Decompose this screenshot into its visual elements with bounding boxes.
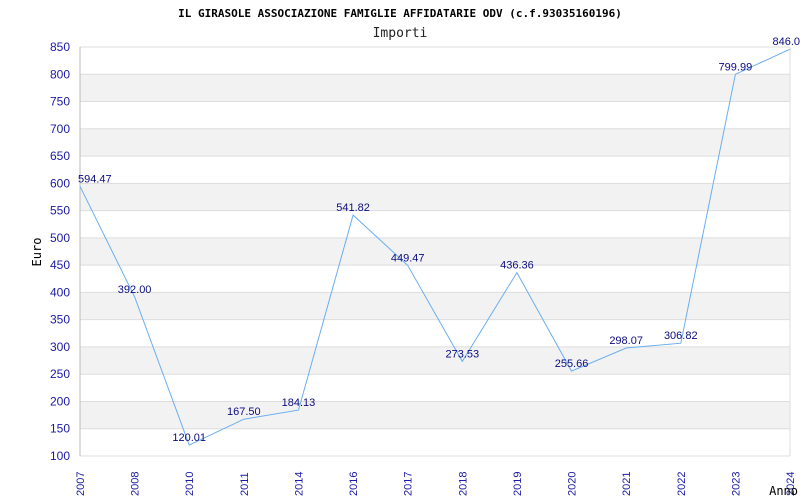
grid-band [80,265,790,293]
y-tick-label: 300 [50,340,70,354]
grid-band [80,183,790,211]
grid-band [80,101,790,129]
x-tick-label: 2007 [75,472,87,496]
y-tick-label: 150 [50,422,70,436]
data-label: 541.82 [336,202,370,214]
data-label: 298.07 [609,335,643,347]
x-tick-label: 2020 [567,472,579,496]
data-label: 392.00 [118,284,152,296]
x-tick-label: 2019 [512,472,524,496]
x-tick-label: 2022 [676,472,688,496]
x-tick-label: 2023 [730,472,742,496]
y-tick-label: 800 [50,67,70,81]
x-tick-label: 2008 [130,472,142,496]
y-tick-label: 500 [50,231,70,245]
y-tick-label: 600 [50,176,70,190]
y-tick-label: 100 [50,449,70,463]
y-tick-label: 350 [50,313,70,327]
x-tick-label: 2016 [348,472,360,496]
y-tick-label: 850 [50,40,70,54]
x-tick-label: 2017 [403,472,415,496]
grid-band [80,237,790,266]
grid-band [80,128,790,157]
x-axis-title: Anno [769,484,798,498]
data-label: 436.36 [500,260,534,272]
background-bands [80,47,790,456]
data-label: 449.47 [391,252,425,264]
x-tick-label: 2018 [457,472,469,496]
grid-band [80,292,790,320]
x-tick-label: 2010 [184,472,196,496]
grid-band [80,74,790,102]
x-axis-ticks: 2007 2008 2010 2011 2014 2016 2017 2018 2019 2020… [75,472,797,496]
data-label: 184.13 [282,397,316,409]
y-tick-label: 400 [50,285,70,299]
y-tick-label: 250 [50,367,70,381]
grid-band [80,374,790,402]
data-label: 120.01 [172,432,206,444]
grid-band [80,210,790,238]
grid-band [80,156,790,184]
data-label: 273.53 [445,348,479,360]
y-tick-label: 550 [50,204,70,218]
x-tick-label: 2011 [239,472,251,496]
data-label: 594.47 [78,173,112,185]
data-label: 255.66 [555,358,589,370]
y-tick-label: 200 [50,394,70,408]
y-tick-label: 700 [50,122,70,136]
y-tick-label: 650 [50,149,70,163]
chart: 100 150 200 250 300 350 400 450 500 550 600 650 700 7… [30,7,800,498]
y-tick-label: 750 [50,95,70,109]
grid-band [80,47,790,75]
grid-band [80,401,790,429]
data-label: 167.50 [227,406,261,418]
x-tick-label: 2014 [293,472,305,496]
chart-subtitle: Importi [373,26,428,41]
y-axis-ticks: 100 150 200 250 300 350 400 450 500 550 600 650 700 7… [50,40,70,463]
data-label: 306.82 [664,330,698,342]
data-label: 846.0 [772,36,800,48]
y-tick-label: 450 [50,258,70,272]
data-label: 799.99 [719,61,753,73]
x-tick-label: 2021 [621,472,633,496]
y-axis-title: Euro [30,238,44,267]
grid-band [80,346,790,375]
chart-title: IL GIRASOLE ASSOCIAZIONE FAMIGLIE AFFIDA… [178,7,622,20]
